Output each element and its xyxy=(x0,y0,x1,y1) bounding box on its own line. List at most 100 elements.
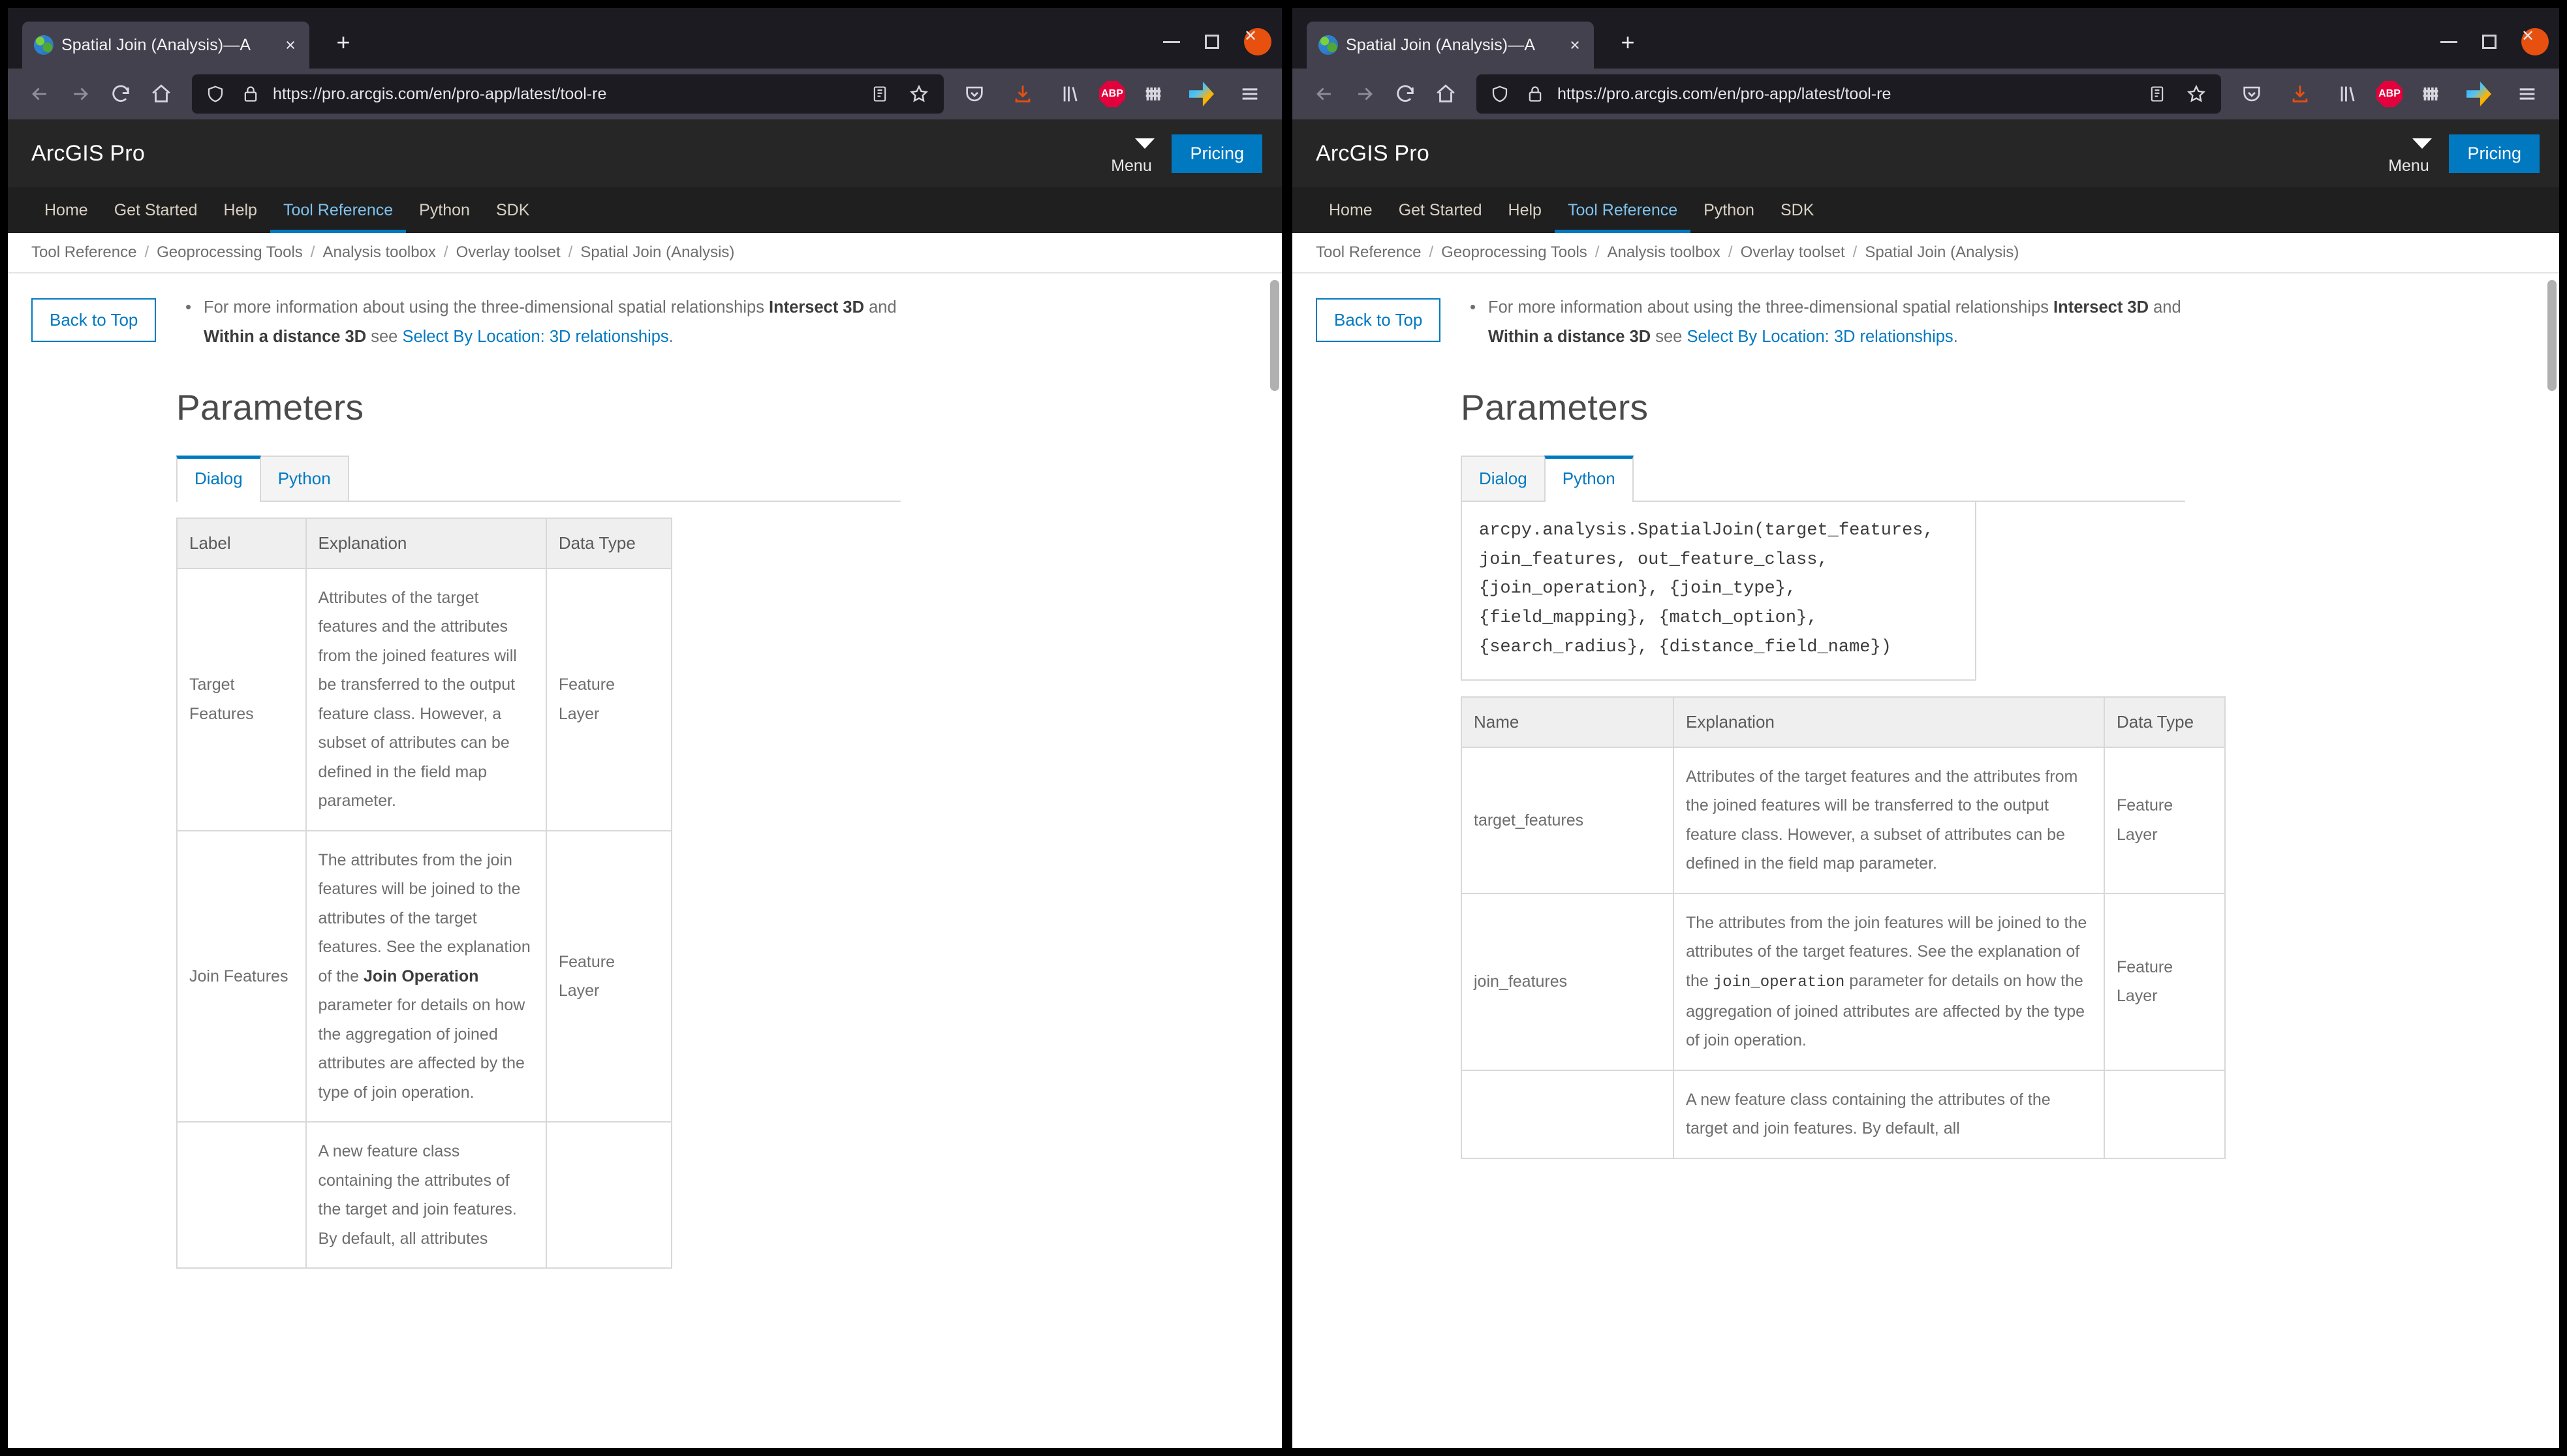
page-scrollbar-left[interactable] xyxy=(1270,275,1279,1448)
downloads-icon-left[interactable] xyxy=(1003,74,1043,114)
close-button-right[interactable]: ✕ xyxy=(2521,28,2549,55)
nav-item-get-started-left[interactable]: Get Started xyxy=(101,187,211,233)
extension-icon-left[interactable] xyxy=(1133,74,1174,114)
new-tab-button-left[interactable]: + xyxy=(329,31,358,54)
lock-icon-right[interactable] xyxy=(1522,81,1548,107)
bullet-text-part4: . xyxy=(1953,328,1958,346)
site-logo-left[interactable]: ArcGIS Pro xyxy=(31,141,145,166)
minimize-button-right[interactable] xyxy=(2440,41,2457,43)
tab-close-icon-left[interactable]: × xyxy=(281,37,300,54)
url-bar-left[interactable]: https://pro.arcgis.com/en/pro-app/latest… xyxy=(192,74,944,114)
minimize-button-left[interactable] xyxy=(1163,41,1180,43)
bullet-text-part1: For more information about using the thr… xyxy=(204,298,769,317)
header-menu-toggle-right[interactable]: Menu xyxy=(2385,133,2432,174)
site-logo-right[interactable]: ArcGIS Pro xyxy=(1316,141,1429,166)
parameters-table-left: Label Explanation Data Type Target Featu… xyxy=(176,518,672,1269)
browser-tab-right[interactable]: Spatial Join (Analysis)—A × xyxy=(1307,22,1594,69)
breadcrumb-item-2-right[interactable]: Analysis toolbox xyxy=(1607,243,1720,262)
bookmark-star-icon-left[interactable] xyxy=(905,80,933,108)
nav-item-home-right[interactable]: Home xyxy=(1316,187,1386,233)
downloads-icon-right[interactable] xyxy=(2280,74,2320,114)
nav-item-help-left[interactable]: Help xyxy=(211,187,270,233)
extension-arrow-icon-left[interactable] xyxy=(1181,74,1222,114)
adblock-plus-icon-right[interactable]: ABP xyxy=(2376,81,2403,107)
tab-python-left[interactable]: Python xyxy=(260,456,349,501)
adblock-plus-icon-left[interactable]: ABP xyxy=(1099,81,1125,107)
th-explanation-left: Explanation xyxy=(306,518,546,568)
maximize-button-left[interactable] xyxy=(1205,35,1219,49)
reload-icon-left[interactable] xyxy=(101,74,141,114)
home-icon-right[interactable] xyxy=(1425,74,1466,114)
breadcrumb-item-0-left[interactable]: Tool Reference xyxy=(31,243,136,262)
cell-explanation-1-left: The attributes from the join features wi… xyxy=(306,831,546,1123)
pricing-button-right[interactable]: Pricing xyxy=(2449,134,2540,173)
bullet-link-select-by-location[interactable]: Select By Location: 3D relationships xyxy=(402,328,668,346)
breadcrumb-item-4-right[interactable]: Spatial Join (Analysis) xyxy=(1865,243,2019,262)
bullet-bold-within-distance-3d: Within a distance 3D xyxy=(1488,328,1651,346)
bookmark-star-icon-right[interactable] xyxy=(2182,80,2211,108)
home-icon-left[interactable] xyxy=(141,74,181,114)
nav-item-python-right[interactable]: Python xyxy=(1690,187,1767,233)
bullet-text-part2: and xyxy=(2149,298,2181,317)
content-area-right: Back to Top For more information about u… xyxy=(1292,275,2559,1448)
back-to-top-button-left[interactable]: Back to Top xyxy=(31,298,156,342)
back-to-top-button-right[interactable]: Back to Top xyxy=(1316,298,1440,342)
new-tab-button-right[interactable]: + xyxy=(1613,31,1642,54)
breadcrumb-item-3-right[interactable]: Overlay toolset xyxy=(1741,243,1845,262)
tab-close-icon-right[interactable]: × xyxy=(1565,37,1585,54)
page-scrollbar-thumb-right[interactable] xyxy=(2547,280,2557,391)
hamburger-menu-icon-right[interactable] xyxy=(2507,74,2547,114)
pocket-icon-left[interactable] xyxy=(954,74,995,114)
library-icon-right[interactable] xyxy=(2328,74,2369,114)
shield-icon-right[interactable] xyxy=(1487,81,1513,107)
th-explanation-right: Explanation xyxy=(1673,697,2104,747)
nav-item-tool-reference-left[interactable]: Tool Reference xyxy=(270,187,406,233)
reader-view-icon-left[interactable] xyxy=(867,81,893,107)
breadcrumb-item-3-left[interactable]: Overlay toolset xyxy=(456,243,561,262)
library-icon-left[interactable] xyxy=(1051,74,1091,114)
breadcrumb-item-1-right[interactable]: Geoprocessing Tools xyxy=(1441,243,1587,262)
lock-icon-left[interactable] xyxy=(238,81,264,107)
nav-item-python-left[interactable]: Python xyxy=(406,187,483,233)
tab-python-right[interactable]: Python xyxy=(1544,456,1634,502)
extension-icon-right[interactable] xyxy=(2410,74,2451,114)
breadcrumb-item-0-right[interactable]: Tool Reference xyxy=(1316,243,1421,262)
url-bar-right[interactable]: https://pro.arcgis.com/en/pro-app/latest… xyxy=(1476,74,2221,114)
reader-view-icon-right[interactable] xyxy=(2144,81,2170,107)
reload-icon-right[interactable] xyxy=(1385,74,1425,114)
nav-item-tool-reference-right[interactable]: Tool Reference xyxy=(1555,187,1690,233)
window-controls-right: ✕ xyxy=(2440,28,2549,55)
hamburger-menu-icon-left[interactable] xyxy=(1230,74,1270,114)
th-data-type-left: Data Type xyxy=(546,518,672,568)
pocket-icon-right[interactable] xyxy=(2232,74,2272,114)
page-scrollbar-thumb-left[interactable] xyxy=(1270,280,1279,391)
breadcrumb-item-1-left[interactable]: Geoprocessing Tools xyxy=(157,243,303,262)
breadcrumb-item-4-left[interactable]: Spatial Join (Analysis) xyxy=(580,243,734,262)
tab-strip-left: Spatial Join (Analysis)—A × + ✕ xyxy=(8,8,1282,69)
browser-window-left[interactable]: Spatial Join (Analysis)—A × + ✕ xyxy=(8,8,1282,1448)
nav-item-sdk-left[interactable]: SDK xyxy=(483,187,542,233)
nav-item-home-left[interactable]: Home xyxy=(31,187,101,233)
browser-tab-left[interactable]: Spatial Join (Analysis)—A × xyxy=(22,22,309,69)
back-icon-right[interactable] xyxy=(1304,74,1345,114)
nav-item-get-started-right[interactable]: Get Started xyxy=(1386,187,1495,233)
header-menu-toggle-left[interactable]: Menu xyxy=(1108,133,1155,174)
extension-arrow-icon-right[interactable] xyxy=(2459,74,2499,114)
browser-window-right[interactable]: Spatial Join (Analysis)—A × + ✕ xyxy=(1292,8,2559,1448)
tab-dialog-left[interactable]: Dialog xyxy=(176,456,261,502)
nav-item-sdk-right[interactable]: SDK xyxy=(1767,187,1827,233)
breadcrumb-item-2-left[interactable]: Analysis toolbox xyxy=(322,243,435,262)
back-icon-left[interactable] xyxy=(20,74,60,114)
forward-icon-left[interactable] xyxy=(60,74,101,114)
breadcrumb-separator: / xyxy=(1429,243,1433,262)
shield-icon-left[interactable] xyxy=(202,81,228,107)
forward-icon-right[interactable] xyxy=(1345,74,1385,114)
page-scrollbar-right[interactable] xyxy=(2547,275,2557,1448)
maximize-button-right[interactable] xyxy=(2482,35,2497,49)
nav-item-help-right[interactable]: Help xyxy=(1495,187,1555,233)
tab-dialog-right[interactable]: Dialog xyxy=(1461,456,1546,501)
bullet-link-select-by-location[interactable]: Select By Location: 3D relationships xyxy=(1687,328,1953,346)
bullet-text-part1: For more information about using the thr… xyxy=(1488,298,2053,317)
pricing-button-left[interactable]: Pricing xyxy=(1172,134,1262,173)
close-button-left[interactable]: ✕ xyxy=(1244,28,1271,55)
